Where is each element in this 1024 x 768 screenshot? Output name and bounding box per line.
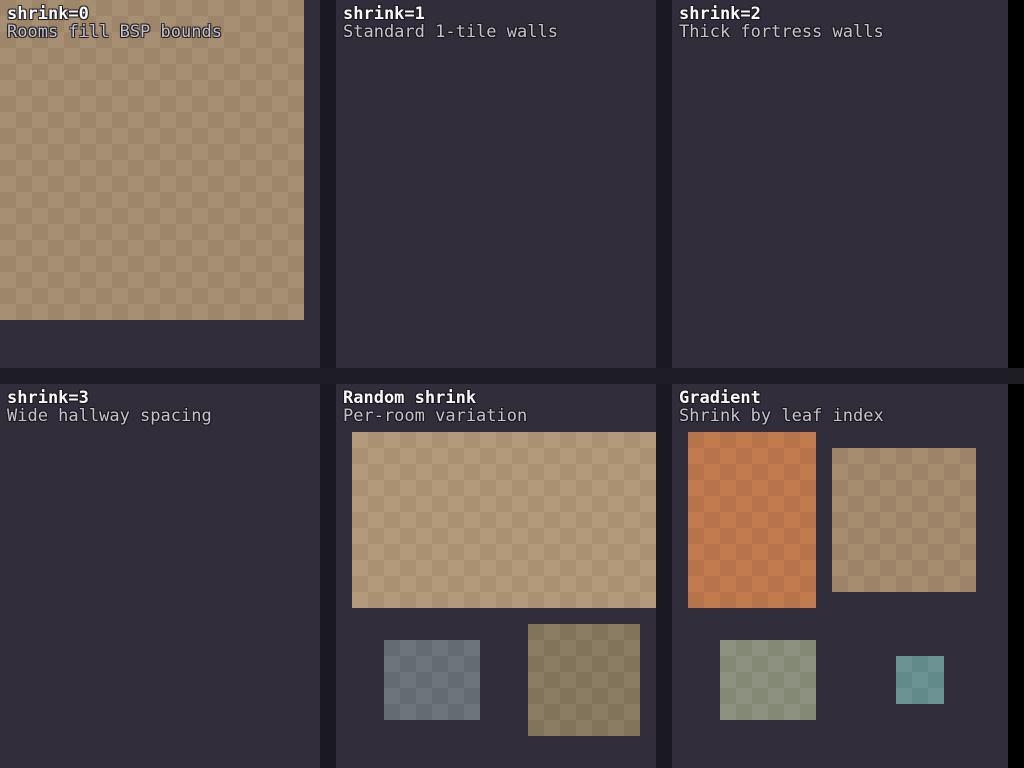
panel-subtitle: Rooms fill BSP bounds — [7, 23, 222, 41]
room — [352, 432, 656, 608]
panel-title: shrink=0 — [7, 5, 222, 23]
right-edge-strip — [1008, 0, 1024, 768]
room — [896, 656, 944, 704]
panel-label: GradientShrink by leaf index — [679, 389, 884, 425]
vertical-gutter-2 — [656, 0, 672, 768]
panel-label: shrink=3Wide hallway spacing — [7, 389, 212, 425]
panel-shrink-3 — [0, 384, 320, 768]
panel-shrink-1 — [336, 0, 656, 368]
panel-shrink-2 — [672, 0, 1008, 368]
room — [832, 448, 976, 592]
bsp-shrink-comparison-canvas: shrink=0Rooms fill BSP bounds shrink=1Sta… — [0, 0, 1024, 768]
room — [528, 624, 640, 736]
panel-label: Random shrinkPer-room variation — [343, 389, 527, 425]
panel-subtitle: Wide hallway spacing — [7, 407, 212, 425]
panel-label: shrink=2Thick fortress walls — [679, 5, 884, 41]
panel-title: Gradient — [679, 389, 884, 407]
panel-title: Random shrink — [343, 389, 527, 407]
panel-subtitle: Shrink by leaf index — [679, 407, 884, 425]
panel-subtitle: Thick fortress walls — [679, 23, 884, 41]
room — [688, 432, 816, 608]
room — [0, 0, 304, 320]
room — [384, 640, 480, 720]
panel-label: shrink=0Rooms fill BSP bounds — [7, 5, 222, 41]
panel-subtitle: Per-room variation — [343, 407, 527, 425]
horizontal-gutter — [0, 368, 1024, 384]
panel-title: shrink=2 — [679, 5, 884, 23]
panel-subtitle: Standard 1-tile walls — [343, 23, 558, 41]
panel-title: shrink=1 — [343, 5, 558, 23]
room — [720, 640, 816, 720]
panel-title: shrink=3 — [7, 389, 212, 407]
vertical-gutter-1 — [320, 0, 336, 768]
panel-label: shrink=1Standard 1-tile walls — [343, 5, 558, 41]
